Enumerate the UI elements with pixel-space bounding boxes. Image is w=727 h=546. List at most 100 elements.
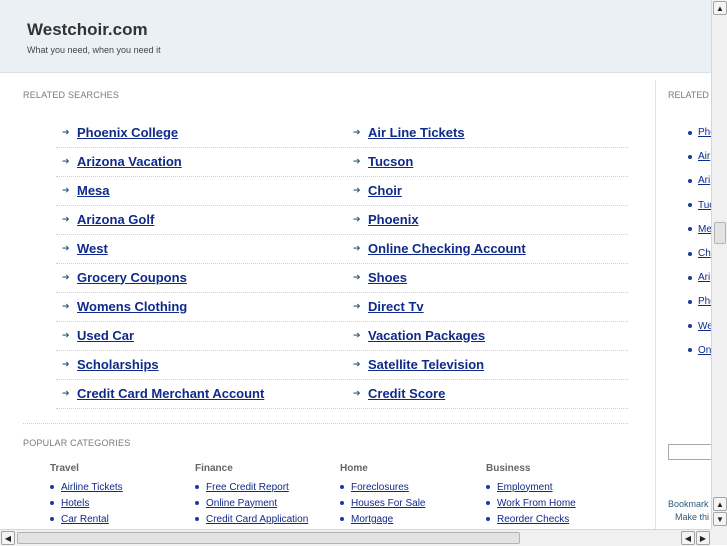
right-panel-link[interactable]: Pho — [688, 296, 711, 307]
category-link-text[interactable]: Hotels — [61, 498, 89, 509]
related-search-link[interactable]: ➔ Scholarships — [62, 356, 159, 372]
related-search-link[interactable]: ➔ Tucson — [353, 153, 413, 169]
related-search-link-text[interactable]: West — [77, 241, 108, 256]
related-search-link-text[interactable]: Mesa — [77, 183, 110, 198]
make-homepage-link[interactable]: Make thi — [675, 512, 709, 522]
category-link[interactable]: Mortgage — [340, 511, 480, 527]
category-link-text[interactable]: Mortgage — [351, 514, 393, 525]
category-link[interactable]: Foreclosures — [340, 479, 480, 495]
bullet-icon — [688, 154, 692, 159]
related-search-link[interactable]: ➔ Shoes — [353, 269, 407, 285]
category-link-text[interactable]: Employment — [497, 482, 553, 493]
related-search-link-text[interactable]: Shoes — [368, 270, 407, 285]
related-search-link[interactable]: ➔ Direct Tv — [353, 298, 424, 314]
category-link[interactable]: Employment — [486, 479, 626, 495]
vertical-scroll-thumb[interactable] — [714, 222, 726, 244]
related-search-link-text[interactable]: Phoenix College — [77, 125, 178, 140]
category-link-text[interactable]: Foreclosures — [351, 482, 409, 493]
scroll-left-button[interactable]: ◀ — [1, 531, 15, 545]
related-search-link[interactable]: ➔ Choir — [353, 182, 402, 198]
category-link[interactable]: Houses For Sale — [340, 495, 480, 511]
right-panel-link-text[interactable]: Pho — [698, 296, 711, 307]
right-panel-link[interactable]: Me — [688, 224, 711, 235]
related-search-link[interactable]: ➔ Air Line Tickets — [353, 124, 465, 140]
related-search-link[interactable]: ➔ Arizona Golf — [62, 211, 154, 227]
category-link[interactable]: Car Rental — [50, 511, 190, 527]
related-search-link-text[interactable]: Arizona Vacation — [77, 154, 182, 169]
category-link[interactable]: Airline Tickets — [50, 479, 190, 495]
category-link-text[interactable]: Online Payment — [206, 498, 277, 509]
category-link-text[interactable]: Credit Card Application — [206, 514, 308, 525]
related-search-link[interactable]: ➔ Online Checking Account — [353, 240, 526, 256]
related-search-link-text[interactable]: Tucson — [368, 154, 413, 169]
right-panel-link-text[interactable]: Ari — [698, 272, 710, 283]
right-panel-link[interactable]: We — [688, 321, 711, 332]
related-search-link-text[interactable]: Credit Score — [368, 386, 445, 401]
category-link[interactable]: Free Credit Report — [195, 479, 335, 495]
right-panel-link[interactable]: Air — [688, 151, 710, 162]
bookmark-link[interactable]: Bookmark — [668, 499, 709, 509]
right-panel-link-text[interactable]: Me — [698, 224, 711, 235]
bookmark-input[interactable] — [668, 444, 711, 460]
category-link[interactable]: Credit Card Application — [195, 511, 335, 527]
category-link-text[interactable]: Houses For Sale — [351, 498, 425, 509]
right-panel-link-text[interactable]: Pho — [698, 127, 711, 138]
right-panel-link[interactable]: Tuc — [688, 200, 711, 211]
related-search-link[interactable]: ➔ Mesa — [62, 182, 110, 198]
right-panel-link-text[interactable]: Onl — [698, 345, 711, 356]
right-panel-link[interactable]: Onl — [688, 345, 711, 356]
horizontal-scroll-thumb[interactable] — [17, 532, 520, 544]
category-link[interactable]: Reorder Checks — [486, 511, 626, 527]
related-search-link[interactable]: ➔ Phoenix College — [62, 124, 178, 140]
related-search-link-text[interactable]: Choir — [368, 183, 402, 198]
category-link-text[interactable]: Airline Tickets — [61, 482, 123, 493]
related-search-link-text[interactable]: Credit Card Merchant Account — [77, 386, 264, 401]
related-search-link[interactable]: ➔ Womens Clothing — [62, 298, 187, 314]
scroll-up-button-lower[interactable]: ▲ — [713, 497, 727, 511]
right-panel-link-text[interactable]: Ari — [698, 175, 710, 186]
related-search-link-text[interactable]: Grocery Coupons — [77, 270, 187, 285]
right-panel-link-text[interactable]: Tuc — [698, 200, 711, 211]
right-panel-link[interactable]: Ch — [688, 248, 711, 259]
related-search-link-text[interactable]: Phoenix — [368, 212, 419, 227]
related-search-link-text[interactable]: Direct Tv — [368, 299, 424, 314]
category-link[interactable]: Hotels — [50, 495, 190, 511]
horizontal-scrollbar[interactable]: ◀ ◀ ▶ — [0, 529, 711, 546]
scroll-down-button[interactable]: ▼ — [713, 512, 727, 526]
related-search-link-text[interactable]: Online Checking Account — [368, 241, 526, 256]
right-panel-link[interactable]: Ari — [688, 272, 710, 283]
category-link-text[interactable]: Free Credit Report — [206, 482, 289, 493]
vertical-scrollbar[interactable]: ▲ ▲ ▼ — [711, 0, 727, 529]
category-link-text[interactable]: Work From Home — [497, 498, 576, 509]
right-panel-link-text[interactable]: Ch — [698, 248, 711, 259]
related-search-link[interactable]: ➔ West — [62, 240, 108, 256]
arrow-right-icon: ➔ — [62, 213, 70, 224]
related-search-link[interactable]: ➔ Used Car — [62, 327, 134, 343]
related-search-link[interactable]: ➔ Phoenix — [353, 211, 419, 227]
related-search-link-text[interactable]: Used Car — [77, 328, 134, 343]
right-panel-link[interactable]: Pho — [688, 127, 711, 138]
related-search-link[interactable]: ➔ Credit Score — [353, 385, 445, 401]
related-search-link-text[interactable]: Satellite Television — [368, 357, 484, 372]
right-panel-link-text[interactable]: Air — [698, 151, 710, 162]
scroll-right-button[interactable]: ▶ — [696, 531, 710, 545]
scroll-up-button[interactable]: ▲ — [713, 1, 727, 15]
category-link[interactable]: Online Payment — [195, 495, 335, 511]
category-link-text[interactable]: Car Rental — [61, 514, 109, 525]
category-link[interactable]: Work From Home — [486, 495, 626, 511]
related-search-link[interactable]: ➔ Grocery Coupons — [62, 269, 187, 285]
related-search-link-text[interactable]: Air Line Tickets — [368, 125, 465, 140]
related-search-link[interactable]: ➔ Satellite Television — [353, 356, 484, 372]
scroll-left-button-right[interactable]: ◀ — [681, 531, 695, 545]
related-search-link[interactable]: ➔ Credit Card Merchant Account — [62, 385, 264, 401]
related-search-link[interactable]: ➔ Vacation Packages — [353, 327, 485, 343]
related-search-link-text[interactable]: Womens Clothing — [77, 299, 187, 314]
related-search-link-text[interactable]: Scholarships — [77, 357, 159, 372]
related-search-link[interactable]: ➔ Arizona Vacation — [62, 153, 182, 169]
site-title[interactable]: Westchoir.com — [27, 20, 148, 40]
right-panel-link[interactable]: Ari — [688, 175, 710, 186]
category-link-text[interactable]: Reorder Checks — [497, 514, 569, 525]
right-panel-link-text[interactable]: We — [698, 321, 711, 332]
related-search-link-text[interactable]: Vacation Packages — [368, 328, 485, 343]
related-search-link-text[interactable]: Arizona Golf — [77, 212, 154, 227]
